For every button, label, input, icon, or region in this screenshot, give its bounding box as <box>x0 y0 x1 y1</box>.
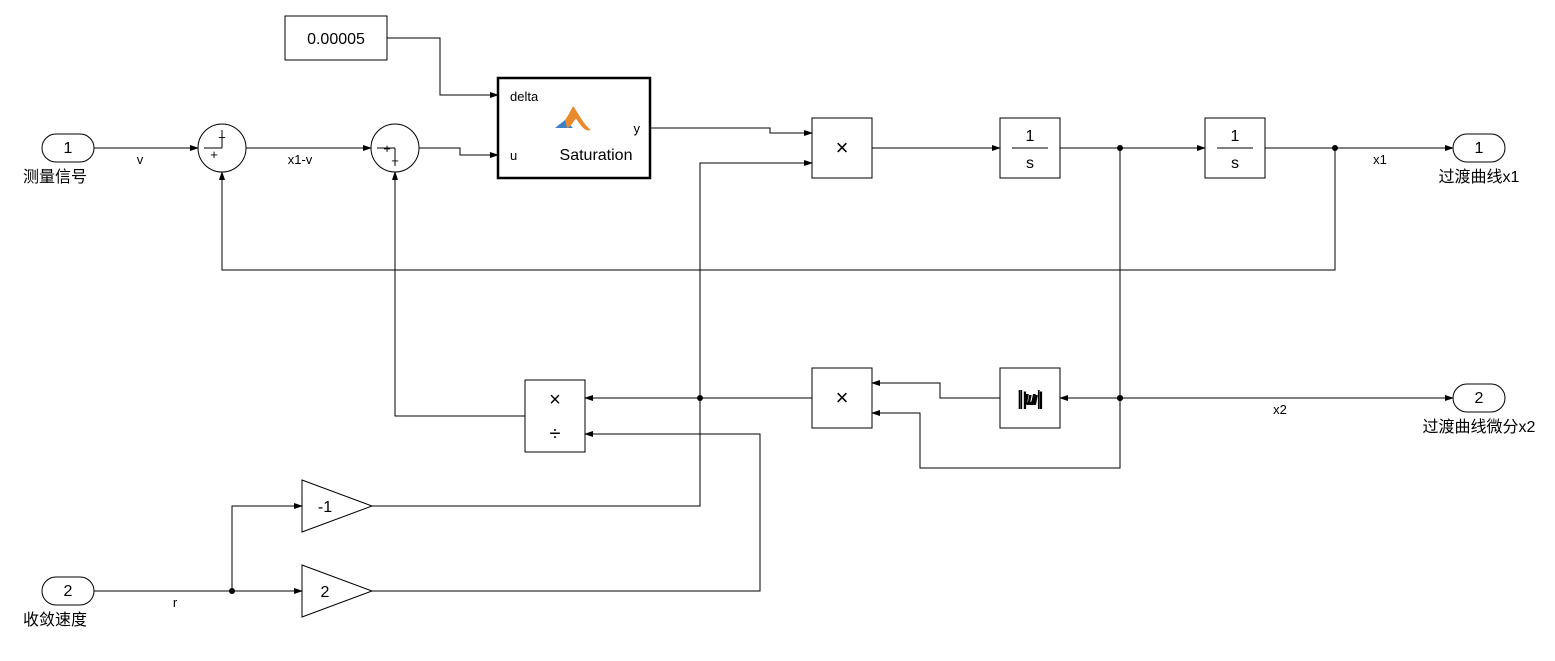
saturation-name: Saturation <box>560 147 633 164</box>
integrator-1-block[interactable]: 1 s <box>1000 118 1060 178</box>
integrator-2-block[interactable]: 1 s <box>1205 118 1265 178</box>
product-1-symbol: × <box>836 135 849 160</box>
abs-expr-display: |u| <box>1019 388 1042 410</box>
outport-2-num: 2 <box>1475 390 1484 407</box>
wire-div-sum2 <box>395 172 525 416</box>
inport-1-num: 1 <box>64 140 73 157</box>
product-1-block[interactable]: × <box>812 118 872 178</box>
integrator-2-den: s <box>1231 155 1239 172</box>
inport-2-label: 收敛速度 <box>23 611 87 629</box>
constant-block[interactable]: 0.00005 <box>285 16 387 60</box>
outport-1-label: 过渡曲线x1 <box>1439 168 1520 186</box>
simulink-canvas: 1 测量信号 2 收敛速度 1 过渡曲线x1 2 过渡曲线微分x2 − + + … <box>0 0 1555 661</box>
wire-gain2-div <box>372 434 760 591</box>
outport-1-num: 1 <box>1475 140 1484 157</box>
signal-r-label: r <box>173 595 178 610</box>
product-2-block[interactable]: × <box>812 368 872 428</box>
inport-1[interactable]: 1 测量信号 <box>23 134 94 186</box>
sum-block-2[interactable]: + + <box>371 124 419 172</box>
abs-block[interactable]: ||u| |u| <box>1000 368 1060 428</box>
outport-2-label: 过渡曲线微分x2 <box>1423 418 1536 436</box>
inport-2[interactable]: 2 收敛速度 <box>23 577 94 629</box>
sum2-sign-left: + <box>383 141 391 156</box>
constant-value: 0.00005 <box>307 31 365 48</box>
signal-v-label: v <box>137 152 144 167</box>
saturation-fcn-block[interactable]: delta u y Saturation <box>498 78 650 178</box>
integrator-1-num: 1 <box>1026 128 1035 145</box>
sum-block-1[interactable]: − + <box>198 124 246 172</box>
wire-sum2-satu <box>419 148 498 155</box>
inport-2-num: 2 <box>64 583 73 600</box>
gain-neg1-block[interactable]: -1 <box>302 480 372 532</box>
wire-abs-prod2 <box>872 383 1000 398</box>
gain-neg1-value: -1 <box>318 499 332 516</box>
integrator-2-num: 1 <box>1231 128 1240 145</box>
divide-symbol-bot: ÷ <box>550 423 561 445</box>
wire-gainN1-prod1 <box>372 163 812 506</box>
signal-x2-label: x2 <box>1273 402 1287 417</box>
signal-x1-label: x1 <box>1373 152 1387 167</box>
sum1-sign-left: + <box>210 147 218 162</box>
divide-symbol-top: × <box>549 389 561 411</box>
saturation-port-y: y <box>634 121 641 136</box>
gain-2-block[interactable]: 2 <box>302 565 372 617</box>
sum1-sign-top: − <box>218 130 226 145</box>
sum2-sign-bot: + <box>391 153 399 168</box>
node-cross <box>697 395 703 401</box>
wire-sat-prod1 <box>650 128 812 133</box>
product-2-symbol: × <box>836 385 849 410</box>
inport-1-label: 测量信号 <box>23 168 87 186</box>
saturation-port-u: u <box>510 148 517 163</box>
wire-r-gainN1 <box>232 506 302 591</box>
signal-x1-v-label: x1-v <box>288 152 313 167</box>
integrator-1-den: s <box>1026 155 1034 172</box>
gain-2-value: 2 <box>321 584 330 601</box>
divide-block[interactable]: × ÷ <box>525 380 585 452</box>
wire-const-sat <box>387 38 498 95</box>
saturation-port-delta: delta <box>510 89 539 104</box>
wire-x2-prod2 <box>872 398 1120 468</box>
outport-1[interactable]: 1 过渡曲线x1 <box>1439 134 1520 186</box>
outport-2[interactable]: 2 过渡曲线微分x2 <box>1423 384 1536 436</box>
